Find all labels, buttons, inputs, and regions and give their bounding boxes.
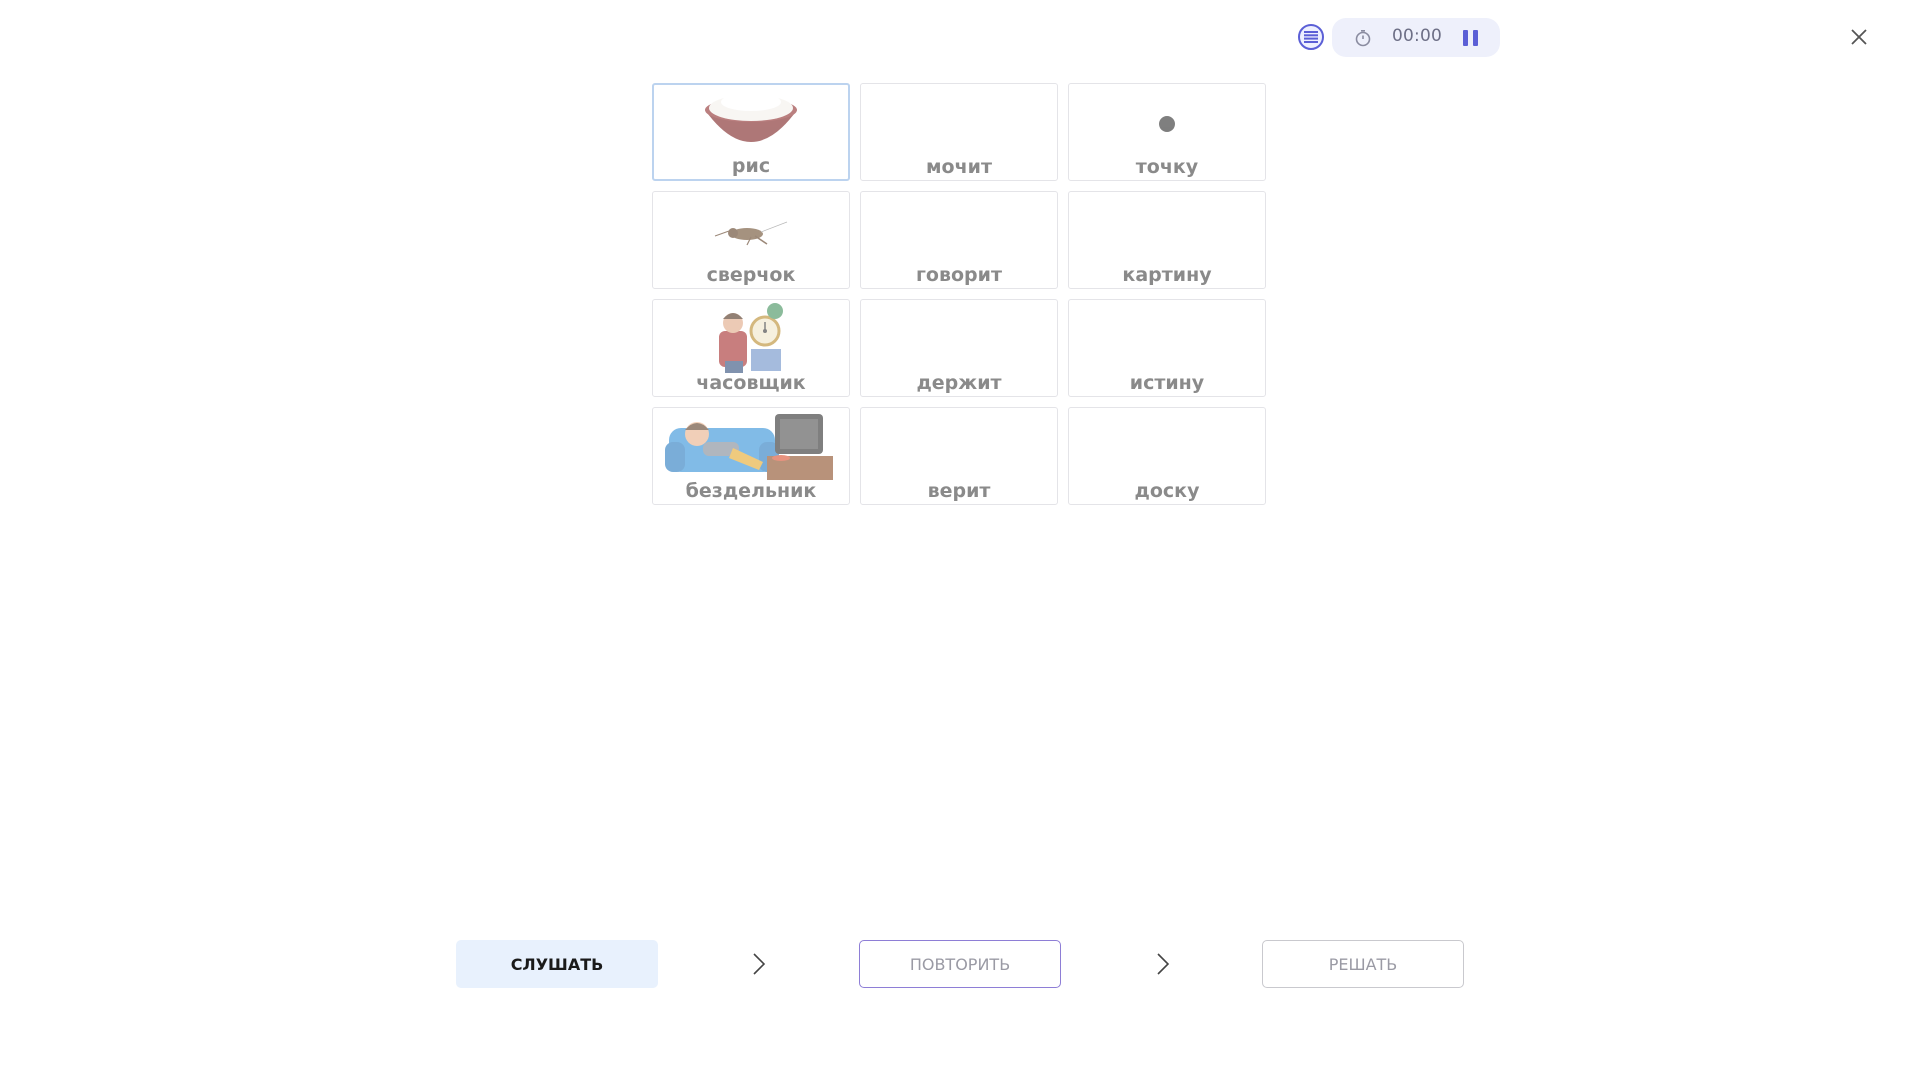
word-label: верит: [927, 480, 991, 502]
word-card-cricket[interactable]: сверчок: [652, 191, 850, 289]
word-label: мочит: [926, 156, 992, 178]
word-grid: рис мочит точку сверчок говорит картину …: [652, 83, 1266, 505]
repeat-button[interactable]: ПОВТОРИТЬ: [859, 940, 1061, 988]
pause-icon: [1462, 30, 1468, 46]
word-card-wets[interactable]: мочит: [860, 83, 1058, 181]
list-icon: [1304, 31, 1318, 43]
stopwatch-icon: [1355, 29, 1371, 47]
word-label: бездельник: [685, 480, 817, 502]
chevron-right-icon: [1157, 953, 1170, 975]
word-label: рис: [731, 155, 771, 177]
watchmaker-image: [719, 303, 783, 373]
list-button[interactable]: [1298, 24, 1324, 50]
word-card-rice[interactable]: рис: [652, 83, 850, 181]
word-label: доску: [1134, 480, 1200, 502]
word-label: точку: [1135, 156, 1199, 178]
word-card-picture[interactable]: картину: [1068, 191, 1266, 289]
word-card-board[interactable]: доску: [1068, 407, 1266, 505]
word-card-watchmaker[interactable]: часовщик: [652, 299, 850, 397]
chevron-right-icon: [753, 953, 766, 975]
word-card-believes[interactable]: верит: [860, 407, 1058, 505]
word-label: истину: [1129, 372, 1205, 394]
cricket-image: [714, 221, 788, 246]
word-card-holds[interactable]: держит: [860, 299, 1058, 397]
word-card-speaks[interactable]: говорит: [860, 191, 1058, 289]
word-label: часовщик: [696, 372, 806, 394]
timer-panel: 00:00: [1332, 18, 1500, 57]
word-card-idler[interactable]: бездельник: [652, 407, 850, 505]
word-label: говорит: [916, 264, 1002, 286]
solve-button[interactable]: РЕШАТЬ: [1262, 940, 1464, 988]
exercise-screen: 00:00 рис мочит точку сверчок говорит ка…: [0, 0, 1920, 1080]
word-label: держит: [916, 372, 1002, 394]
word-card-truth[interactable]: истину: [1068, 299, 1266, 397]
word-card-dot[interactable]: точку: [1068, 83, 1266, 181]
idler-on-sofa-image: [665, 414, 833, 480]
word-label: картину: [1122, 264, 1212, 286]
word-label: сверчок: [706, 264, 796, 286]
close-icon[interactable]: [1846, 24, 1872, 50]
timer-value: 00:00: [1392, 26, 1442, 46]
dot-image: [1159, 116, 1175, 132]
listen-button[interactable]: СЛУШАТЬ: [456, 940, 658, 988]
rice-bowl-image: [705, 93, 797, 142]
pause-button[interactable]: [1460, 28, 1480, 48]
